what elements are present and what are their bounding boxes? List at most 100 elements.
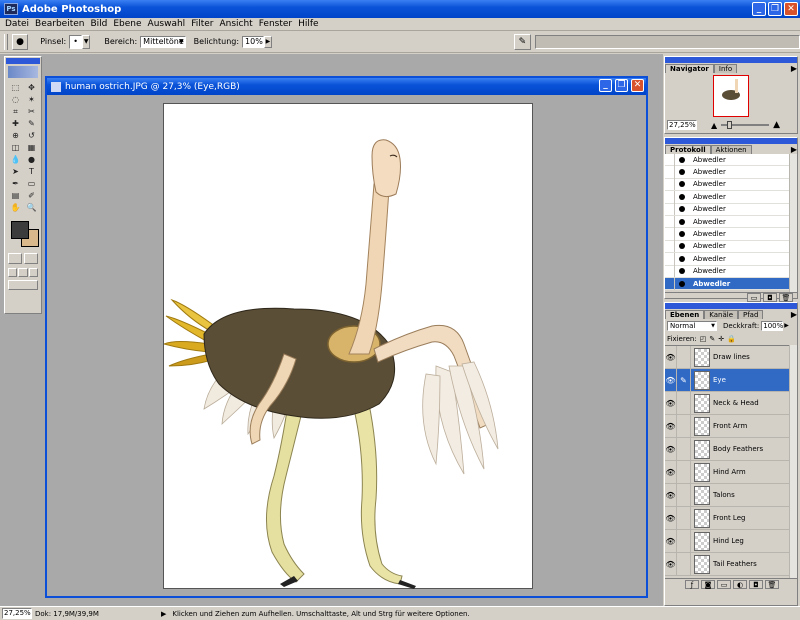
panel-menu-icon[interactable]: ▶ xyxy=(791,145,797,154)
gradient-icon[interactable]: ▦ xyxy=(24,142,39,153)
history-scrollbar[interactable] xyxy=(789,154,797,292)
history-source-checkbox[interactable] xyxy=(665,203,675,216)
healing-brush-icon[interactable]: ✚ xyxy=(8,118,23,129)
trash-icon[interactable]: 🗑 xyxy=(779,293,793,302)
palette-well[interactable] xyxy=(534,34,800,49)
maximize-button[interactable]: ❐ xyxy=(768,2,782,16)
type-icon[interactable]: T xyxy=(24,166,39,177)
crop-icon[interactable]: ⌗ xyxy=(8,106,23,117)
marquee-icon[interactable]: ⬚ xyxy=(8,82,23,93)
close-button[interactable]: ✕ xyxy=(784,2,798,16)
lasso-icon[interactable]: ◌ xyxy=(8,94,23,105)
history-item[interactable]: Abwedler xyxy=(665,240,789,254)
screen-mode-standard-icon[interactable] xyxy=(8,268,18,277)
range-select[interactable]: Mitteltöne ▼ xyxy=(140,35,186,48)
trash-icon[interactable]: 🗑 xyxy=(765,580,779,589)
link-slot[interactable] xyxy=(677,506,691,530)
menu-item-0[interactable]: Datei xyxy=(5,19,29,29)
blur-icon[interactable]: 💧 xyxy=(8,154,23,165)
history-item[interactable]: Abwedler xyxy=(665,228,789,241)
history-item[interactable]: Abwedler xyxy=(665,166,789,179)
link-slot[interactable] xyxy=(677,437,691,461)
shape-icon[interactable]: ▭ xyxy=(24,178,39,189)
menu-item-2[interactable]: Bild xyxy=(90,19,107,29)
eye-icon[interactable]: 👁 xyxy=(665,437,677,461)
tab-aktionen[interactable]: Aktionen xyxy=(710,145,752,154)
paintbrush-icon[interactable]: ✎ xyxy=(677,368,691,392)
history-item[interactable]: Abwedler xyxy=(665,215,789,229)
brush-dropdown-icon[interactable]: ▼ xyxy=(82,34,91,49)
magic-wand-icon[interactable]: ✶ xyxy=(24,94,39,105)
history-item[interactable]: Abwedler xyxy=(665,203,789,216)
brush-icon[interactable]: ✎ xyxy=(24,118,39,129)
menu-item-1[interactable]: Bearbeiten xyxy=(35,19,84,29)
history-item[interactable]: Abwedler xyxy=(665,252,789,266)
history-source-checkbox[interactable] xyxy=(665,252,675,265)
menu-item-3[interactable]: Ebene xyxy=(113,19,141,29)
new-document-from-state-icon[interactable]: ▭ xyxy=(747,293,761,302)
adobe-logo-icon[interactable] xyxy=(8,66,38,78)
zoom-slider-thumb[interactable] xyxy=(727,121,733,129)
eye-icon[interactable]: 👁 xyxy=(665,529,677,553)
link-slot[interactable] xyxy=(677,460,691,484)
exposure-field[interactable]: 10% xyxy=(242,35,264,48)
tab-ebenen[interactable]: Ebenen xyxy=(665,310,705,319)
brush-preview[interactable]: • xyxy=(69,34,83,49)
layer-mask-icon[interactable]: ◙ xyxy=(701,580,715,589)
dodge-tool-icon[interactable]: ● xyxy=(11,33,29,50)
layer-row[interactable]: 👁 Front Leg xyxy=(665,506,789,530)
eye-icon[interactable]: 👁 xyxy=(665,506,677,530)
screen-mode-full-icon[interactable] xyxy=(28,268,38,277)
history-source-checkbox[interactable] xyxy=(665,154,675,166)
tab-kanaele[interactable]: Kanäle xyxy=(704,310,738,319)
layer-row[interactable]: 👁 ✎ Eye xyxy=(665,368,789,392)
doc-minimize-button[interactable]: _ xyxy=(599,79,612,92)
hand-icon[interactable]: ✋ xyxy=(8,202,23,213)
history-source-checkbox[interactable] xyxy=(665,228,675,241)
doc-close-button[interactable]: ✕ xyxy=(631,79,644,92)
pen-icon[interactable]: ✒ xyxy=(8,178,23,189)
history-item[interactable]: Abwedler xyxy=(665,178,789,192)
layer-row[interactable]: 👁 Hind Arm xyxy=(665,460,789,484)
history-source-checkbox[interactable] xyxy=(665,277,675,290)
minimize-button[interactable]: _ xyxy=(752,2,766,16)
new-snapshot-icon[interactable]: ◘ xyxy=(763,293,777,302)
layer-row[interactable]: 👁 Hind Leg xyxy=(665,529,789,553)
eye-icon[interactable]: 👁 xyxy=(665,460,677,484)
layer-row[interactable]: 👁 Body Feathers xyxy=(665,437,789,461)
tab-info[interactable]: Info xyxy=(713,64,738,73)
panel-menu-icon[interactable]: ▶ xyxy=(791,64,797,73)
doc-maximize-button[interactable]: ❐ xyxy=(615,79,628,92)
eye-icon[interactable]: 👁 xyxy=(665,346,677,369)
history-source-checkbox[interactable] xyxy=(665,178,675,191)
panel-menu-icon[interactable]: ▶ xyxy=(791,310,797,319)
history-source-checkbox[interactable] xyxy=(665,215,675,228)
quickmask-mode-icon[interactable] xyxy=(24,253,38,264)
history-source-checkbox[interactable] xyxy=(665,240,675,253)
status-zoom-field[interactable]: 27,25% xyxy=(2,608,32,619)
history-brush-icon[interactable]: ↺ xyxy=(24,130,39,141)
slice-icon[interactable]: ✂ xyxy=(24,106,39,117)
path-select-icon[interactable]: ➤ xyxy=(8,166,23,177)
menu-item-7[interactable]: Fenster xyxy=(259,19,292,29)
link-slot[interactable] xyxy=(677,552,691,576)
history-source-checkbox[interactable] xyxy=(665,265,675,278)
navigator-thumbnail[interactable] xyxy=(713,75,749,117)
link-slot[interactable] xyxy=(677,346,691,369)
history-item[interactable]: Abwedler xyxy=(665,265,789,278)
jump-to-imageready-icon[interactable] xyxy=(8,280,38,290)
adjustment-layer-icon[interactable]: ◐ xyxy=(733,580,747,589)
opacity-field[interactable]: 100% xyxy=(761,320,783,331)
lock-image-icon[interactable]: ✎ xyxy=(709,335,715,343)
menu-item-8[interactable]: Hilfe xyxy=(298,19,318,29)
new-layer-icon[interactable]: ◘ xyxy=(749,580,763,589)
new-layer-set-icon[interactable]: ▭ xyxy=(717,580,731,589)
zoom-slider[interactable] xyxy=(721,121,770,129)
layer-row[interactable]: 👁 Front Arm xyxy=(665,414,789,438)
eye-icon[interactable]: 👁 xyxy=(665,414,677,438)
menu-item-4[interactable]: Auswahl xyxy=(148,19,186,29)
image-canvas[interactable] xyxy=(162,103,533,589)
menu-item-5[interactable]: Filter xyxy=(191,19,213,29)
layer-row[interactable]: 👁 Talons xyxy=(665,483,789,507)
lock-all-icon[interactable]: 🔒 xyxy=(727,335,736,343)
